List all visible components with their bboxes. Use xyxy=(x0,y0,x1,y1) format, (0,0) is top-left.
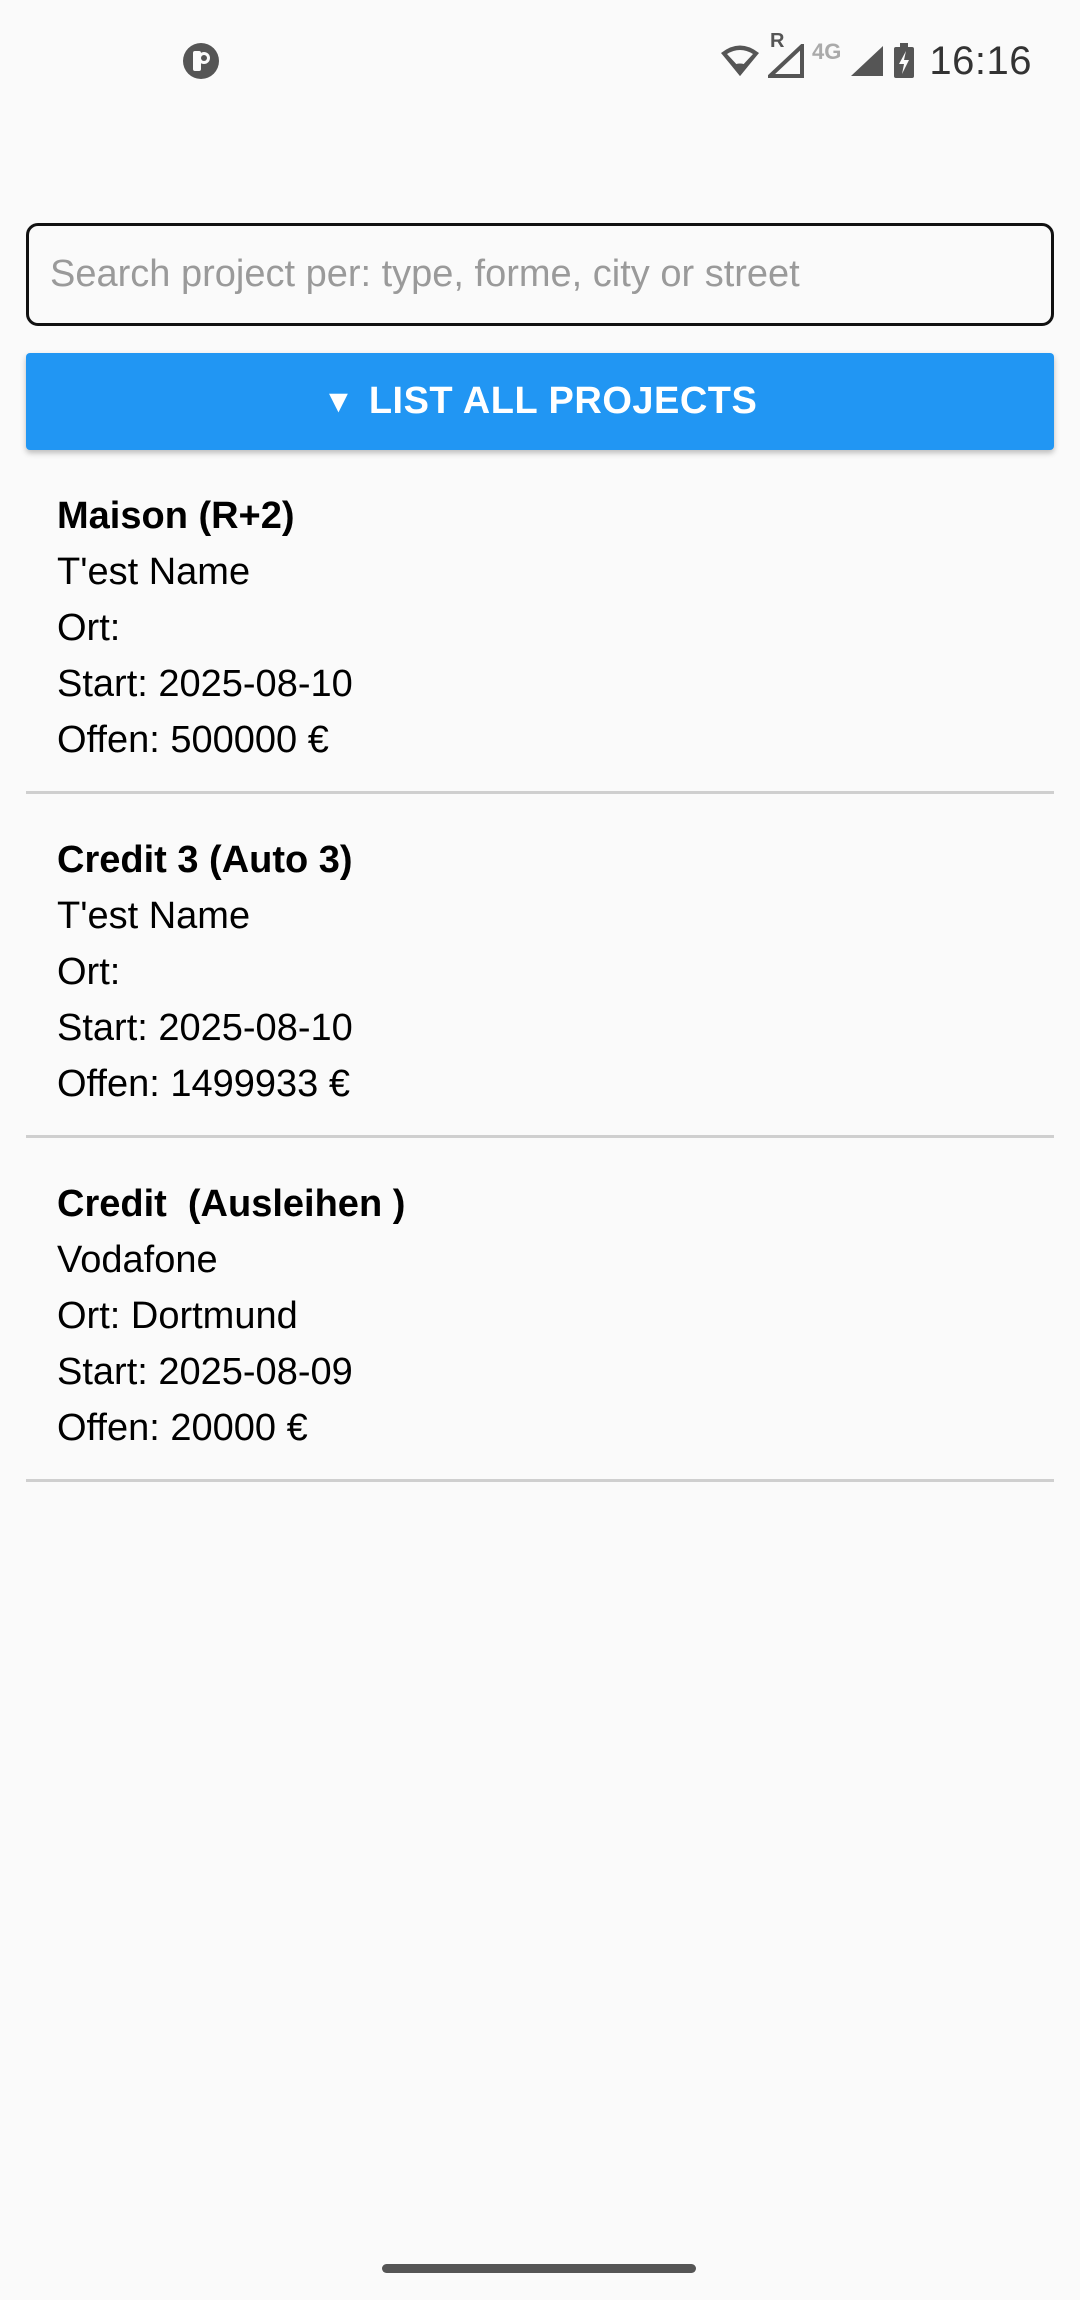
project-start-date: Start: 2025-08-10 xyxy=(57,1007,353,1049)
project-open-amount: Offen: 500000 € xyxy=(57,719,329,761)
project-name: T'est Name xyxy=(57,895,251,937)
project-title: Credit 3 (Auto 3) xyxy=(57,839,353,881)
project-name: Vodafone xyxy=(57,1239,218,1281)
project-start-date: Start: 2025-08-10 xyxy=(57,663,353,705)
home-gesture-bar[interactable] xyxy=(382,2264,696,2273)
project-item[interactable]: Credit (Ausleihen ) Vodafone Ort: Dortmu… xyxy=(26,1138,1054,1482)
project-open-amount: Offen: 20000 € xyxy=(57,1407,308,1449)
roaming-label: R xyxy=(770,30,785,52)
list-all-projects-button[interactable]: ▼ LIST ALL PROJECTS xyxy=(26,353,1054,450)
project-title: Credit (Ausleihen ) xyxy=(57,1183,406,1225)
project-item[interactable]: Credit 3 (Auto 3) T'est Name Ort: Start:… xyxy=(26,794,1054,1138)
project-start-date: Start: 2025-08-09 xyxy=(57,1351,353,1393)
clock: 16:16 xyxy=(929,38,1032,83)
wifi-icon xyxy=(721,45,760,76)
project-title: Maison (R+2) xyxy=(57,495,295,537)
project-location: Ort: xyxy=(57,951,131,993)
list-all-projects-label: LIST ALL PROJECTS xyxy=(368,380,758,422)
search-input[interactable] xyxy=(29,226,1051,323)
project-open-amount: Offen: 1499933 € xyxy=(57,1063,350,1105)
app-notification-icon xyxy=(183,43,219,79)
status-bar: R 4G 16:16 xyxy=(0,0,1080,122)
project-list: Maison (R+2) T'est Name Ort: Start: 2025… xyxy=(26,450,1054,1482)
signal-roaming-icon: R xyxy=(768,30,805,78)
dropdown-arrow-icon: ▼ xyxy=(322,383,355,419)
project-location: Ort: Dortmund xyxy=(57,1295,298,1337)
search-field-container xyxy=(26,223,1054,326)
project-location: Ort: xyxy=(57,607,131,649)
network-type-label: 4G xyxy=(812,39,842,64)
project-name: T'est Name xyxy=(57,551,251,593)
project-item[interactable]: Maison (R+2) T'est Name Ort: Start: 2025… xyxy=(26,450,1054,794)
battery-charging-icon xyxy=(894,43,915,78)
status-icons: R 4G 16:16 xyxy=(720,30,1032,88)
signal-icon xyxy=(851,46,884,76)
